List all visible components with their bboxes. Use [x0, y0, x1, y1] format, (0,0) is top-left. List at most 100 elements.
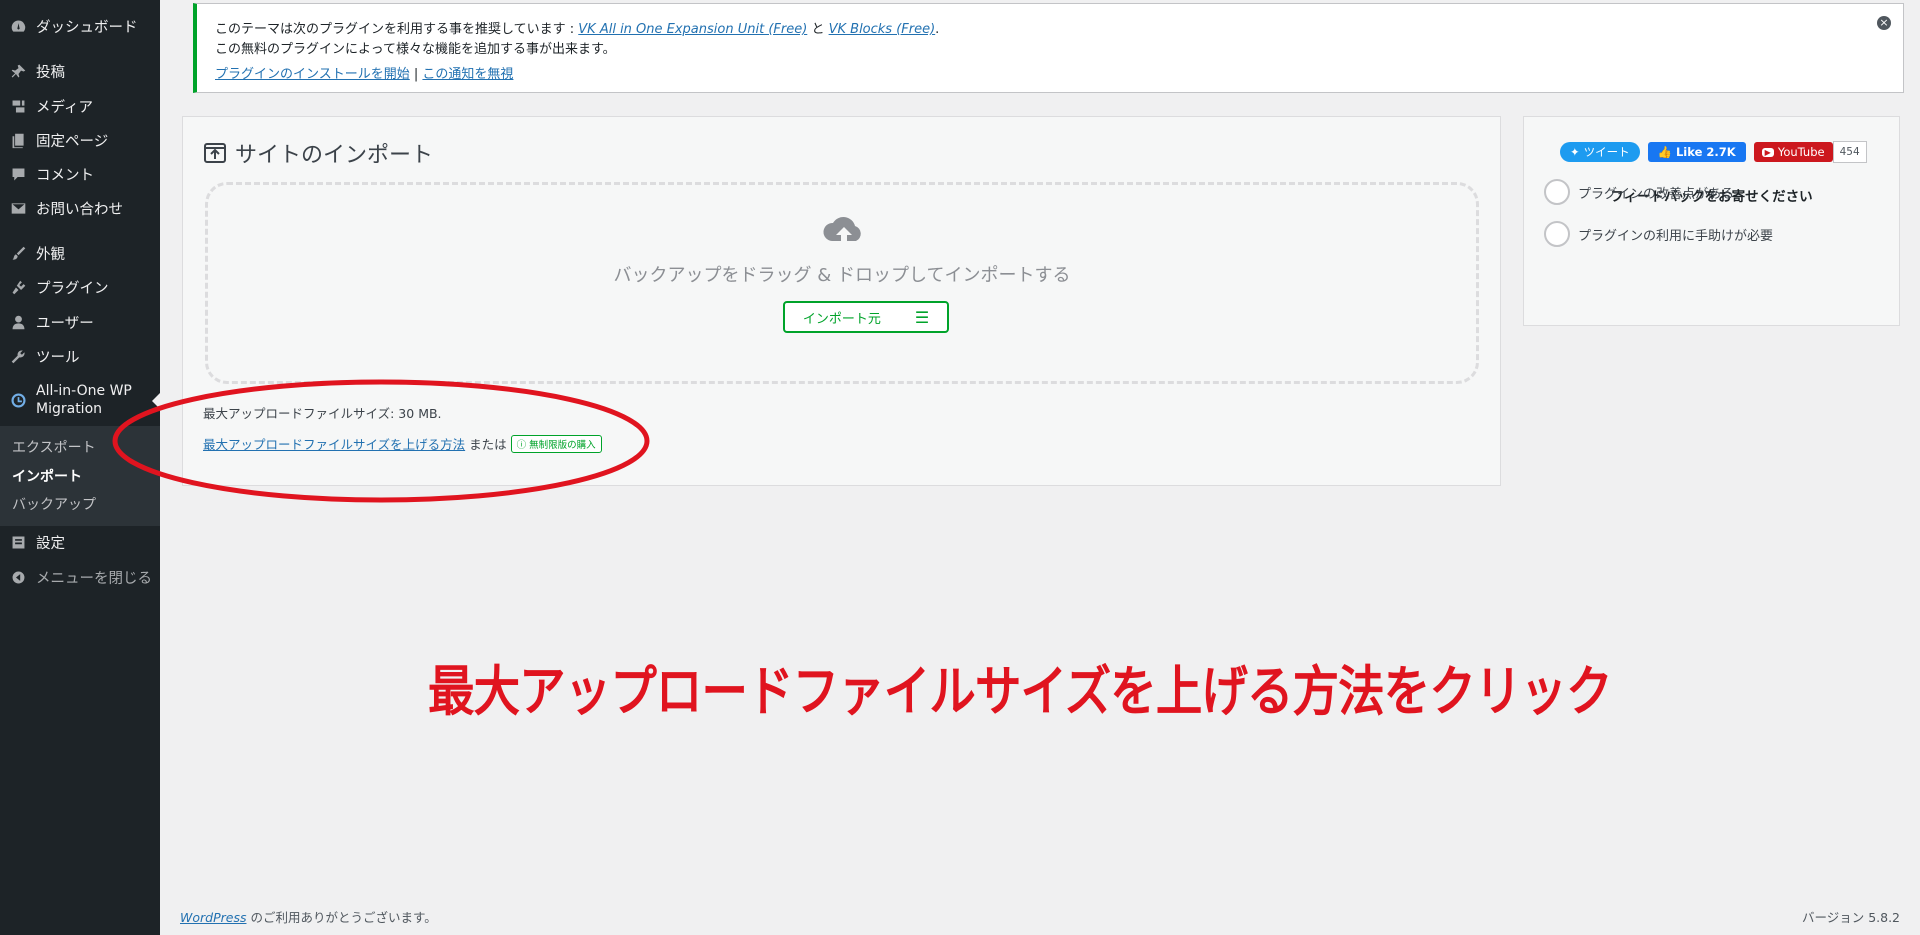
- import-from-label: インポート元: [802, 311, 881, 327]
- cloud-upload-icon: [823, 217, 861, 247]
- current-menu-arrow: [152, 393, 160, 409]
- sidebar-item-label-line2: Migration: [36, 401, 103, 417]
- info-icon: ⓘ: [516, 439, 527, 451]
- collapse-icon: [0, 569, 36, 586]
- sidebar-item-label: コメント: [36, 167, 94, 184]
- or-text: または: [469, 437, 507, 452]
- wordpress-link[interactable]: WordPress: [180, 910, 246, 925]
- comment-icon: [0, 166, 36, 183]
- sidebar-item-users[interactable]: ユーザー: [0, 308, 160, 336]
- submenu-item-export[interactable]: エクスポート: [12, 437, 96, 457]
- sidebar-item-label: 投稿: [36, 64, 65, 81]
- sidebar-item-label: ユーザー: [36, 315, 94, 332]
- import-panel: サイトのインポート バックアップをドラッグ & ドロップしてインポートする イン…: [182, 116, 1501, 486]
- page-title-text: サイトのインポート: [235, 143, 434, 168]
- radio-button[interactable]: [1544, 179, 1570, 205]
- notice-period: .: [935, 22, 940, 37]
- sidebar-item-label: お問い合わせ: [36, 201, 123, 218]
- feedback-option-label: プラグインの利用に手助けが必要: [1578, 228, 1774, 244]
- sidebar-item-settings[interactable]: 設定: [0, 528, 160, 556]
- annotation-text: 最大アップロードファイルサイズを上げる方法をクリック: [428, 660, 1613, 723]
- sidebar-item-dashboard[interactable]: ダッシュボード: [0, 12, 160, 40]
- footer-thanks-text: のご利用ありがとうございます。: [250, 910, 437, 925]
- buy-unlimited-button[interactable]: ⓘ 無制限版の購入: [510, 434, 602, 453]
- sidebar-item-contact[interactable]: お問い合わせ: [0, 194, 160, 222]
- wrench-icon: [0, 348, 36, 365]
- sidebar-item-label: メディア: [36, 99, 93, 116]
- aio-icon: [0, 392, 36, 409]
- sidebar-item-label-line1: All-in-One WP: [36, 383, 132, 399]
- dismiss-notice-link[interactable]: この通知を無視: [422, 67, 513, 82]
- sidebar-item-label: メニューを閉じる: [36, 570, 152, 587]
- thumbs-up-icon: 👍: [1657, 145, 1672, 159]
- youtube-label: YouTube: [1777, 145, 1825, 159]
- dashboard-icon: [0, 18, 36, 35]
- user-icon: [0, 314, 36, 331]
- sidebar-item-comments[interactable]: コメント: [0, 160, 160, 188]
- submenu: エクスポート インポート バックアップ: [0, 426, 160, 526]
- like-label: Like 2.7K: [1675, 145, 1736, 159]
- sidebar-item-label: ツール: [36, 349, 80, 366]
- import-from-button[interactable]: インポート元 ☰: [783, 301, 949, 333]
- notice-line-2: この無料のプラグインによって様々な機能を追加する事が出来ます。: [215, 42, 616, 57]
- increase-upload-size-link[interactable]: 最大アップロードファイルサイズを上げる方法: [203, 434, 465, 453]
- youtube-icon: ▶: [1761, 147, 1774, 157]
- media-icon: [0, 98, 36, 115]
- max-upload-size-text: 最大アップロードファイルサイズ: 30 MB.: [203, 406, 442, 421]
- import-icon: [204, 143, 226, 163]
- hamburger-icon: ☰: [914, 307, 930, 327]
- mail-icon: [0, 200, 36, 217]
- buy-unlimited-label: 無制限版の購入: [529, 439, 596, 451]
- sidebar-item-aio-row[interactable]: All-in-One WP Migration: [0, 374, 160, 426]
- youtube-subscribe-button[interactable]: ▶ YouTube: [1753, 142, 1833, 162]
- settings-icon: [0, 534, 36, 551]
- radio-button[interactable]: [1544, 221, 1570, 247]
- plugin-icon: [0, 279, 36, 296]
- notice-and: と: [811, 22, 825, 37]
- footer-version: バージョン 5.8.2: [1801, 910, 1900, 925]
- notice-line-3: プラグインのインストールを開始 | この通知を無視: [215, 65, 513, 85]
- sidebar-item-all-in-one-wp-migration[interactable]: All-in-One WP Migration: [0, 374, 160, 426]
- sidebar-item-pages[interactable]: 固定ページ: [0, 126, 160, 154]
- plugin-recommendation-notice: このテーマは次のプラグインを利用する事を推奨しています : VK All in …: [193, 3, 1904, 93]
- notice-text: このテーマは次のプラグインを利用する事を推奨しています :: [215, 22, 575, 37]
- sidebar-item-media[interactable]: メディア: [0, 92, 160, 120]
- youtube-subscriber-count: 454: [1832, 141, 1867, 163]
- drop-instruction-text: バックアップをドラッグ & ドロップしてインポートする: [613, 265, 1071, 286]
- notice-line-1: このテーマは次のプラグインを利用する事を推奨しています : VK All in …: [215, 20, 939, 40]
- footer-thanks: WordPress のご利用ありがとうございます。: [180, 907, 437, 926]
- notice-separator: |: [413, 67, 419, 82]
- feedback-option-improvement[interactable]: プラグインの改善点がある: [1544, 179, 1734, 205]
- sidebar-item-plugins[interactable]: プラグイン: [0, 273, 160, 301]
- increase-size-line: 最大アップロードファイルサイズを上げる方法 または ⓘ 無制限版の購入: [203, 434, 602, 453]
- feedback-panel: ✦ ツイート 👍 Like 2.7K ▶ YouTube 454 フィードバック…: [1523, 116, 1900, 326]
- submenu-item-import[interactable]: インポート: [12, 466, 82, 486]
- tweet-label: ツイート: [1583, 145, 1630, 159]
- page-title: サイトのインポート: [203, 137, 433, 169]
- drop-zone[interactable]: バックアップをドラッグ & ドロップしてインポートする インポート元 ☰: [205, 182, 1479, 384]
- collapse-menu-button[interactable]: メニューを閉じる: [0, 563, 160, 591]
- submenu-item-backup[interactable]: バックアップ: [12, 494, 96, 514]
- facebook-like-button[interactable]: 👍 Like 2.7K: [1647, 142, 1746, 162]
- tweet-button[interactable]: ✦ ツイート: [1560, 142, 1640, 162]
- notice-link-vk-expansion[interactable]: VK All in One Expansion Unit (Free): [578, 22, 807, 37]
- sidebar-item-label: 固定ページ: [36, 133, 109, 150]
- page-icon: [0, 132, 36, 149]
- twitter-icon: ✦: [1570, 145, 1580, 159]
- install-plugins-link[interactable]: プラグインのインストールを開始: [215, 67, 410, 82]
- close-icon[interactable]: ×: [1877, 16, 1891, 30]
- sidebar-item-posts[interactable]: 投稿: [0, 57, 160, 85]
- brush-icon: [0, 245, 36, 262]
- sidebar-item-label: プラグイン: [36, 280, 109, 297]
- sidebar-item-tools[interactable]: ツール: [0, 342, 160, 370]
- notice-link-vk-blocks[interactable]: VK Blocks (Free): [829, 22, 936, 37]
- feedback-option-label: プラグインの改善点がある: [1578, 186, 1735, 202]
- sidebar-item-label: 設定: [36, 535, 65, 552]
- feedback-option-help[interactable]: プラグインの利用に手助けが必要: [1544, 221, 1773, 247]
- sidebar-item-appearance[interactable]: 外観: [0, 239, 160, 267]
- social-buttons: ✦ ツイート 👍 Like 2.7K ▶ YouTube 454: [1560, 141, 1867, 163]
- pin-icon: [0, 63, 36, 80]
- sidebar-item-label: 外観: [36, 246, 65, 263]
- sidebar-item-label: ダッシュボード: [36, 19, 138, 36]
- admin-sidebar: ダッシュボード 投稿 メディア 固定ページ コメント お問い合わせ 外観 プラグ…: [0, 0, 160, 935]
